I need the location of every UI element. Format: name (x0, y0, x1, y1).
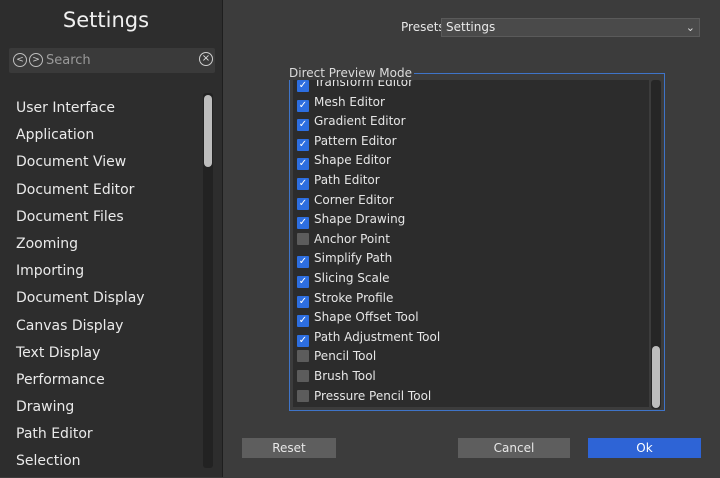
sidebar-item[interactable]: Drawing (16, 396, 201, 423)
chevron-down-icon: ⌄ (685, 21, 695, 34)
preview-option-row[interactable]: Pressure Pencil Tool (297, 387, 431, 406)
preview-option-label: Mesh Editor (314, 94, 385, 109)
preview-option-label: Slicing Scale (314, 271, 390, 285)
preview-option-row[interactable]: ✓ Shape Drawing (297, 210, 406, 230)
preview-option-row[interactable]: ✓ Shape Editor (297, 151, 391, 171)
checkbox-checked-icon[interactable]: ✓ (297, 80, 309, 92)
preview-option-row[interactable]: ✓ Simplify Path (297, 249, 393, 269)
sidebar-item[interactable]: Canvas Display (16, 315, 201, 342)
forward-icon[interactable]: > (29, 53, 43, 67)
checkbox-unchecked-icon[interactable] (297, 232, 309, 245)
preview-option-label: Corner Editor (314, 192, 394, 207)
presets-label: Presets (401, 20, 445, 34)
checkbox-checked-icon[interactable]: ✓ (297, 334, 309, 347)
preview-option-label: Path Adjustment Tool (314, 329, 441, 344)
sidebar-item[interactable]: Application (16, 124, 201, 151)
checkbox-unchecked-icon[interactable] (297, 389, 309, 402)
sidebar-item[interactable]: Text Display (16, 342, 201, 369)
preview-option-label: Transform Editor (314, 80, 414, 89)
preview-option-row[interactable]: ✓ Path Editor (297, 171, 380, 190)
preview-option-row[interactable]: ✓ Transform Editor (297, 80, 413, 92)
search-input[interactable] (46, 50, 196, 70)
preview-option-label: Anchor Point (314, 231, 390, 246)
reset-button[interactable]: Reset (242, 438, 336, 458)
preview-option-row[interactable]: ✓ Stroke Profile (297, 289, 393, 308)
preview-option-label: Gradient Editor (314, 114, 406, 129)
preview-option-row[interactable]: ✓ Corner Editor (297, 191, 394, 210)
preview-option-label: Pattern Editor (314, 133, 397, 148)
ok-button[interactable]: Ok (588, 438, 701, 458)
preview-option-label: Brush Tool (314, 369, 376, 383)
group-title: Direct Preview Mode (289, 66, 414, 80)
preview-option-label: Shape Drawing (314, 212, 406, 227)
preview-option-label: Pencil Tool (314, 349, 377, 364)
search-box: < > × (9, 48, 215, 73)
preview-option-row[interactable]: Pencil Tool (297, 347, 376, 366)
preview-option-row[interactable]: ✓ Shape Offset Tool (297, 308, 419, 328)
presets-dropdown[interactable]: Settings ⌄ (441, 18, 700, 37)
sidebar-item[interactable]: Path Editor (16, 423, 201, 450)
checkbox-checked-icon[interactable]: ✓ (297, 197, 309, 210)
preview-option-label: Stroke Profile (314, 290, 394, 305)
sidebar-item[interactable]: Document Display (16, 287, 201, 314)
preview-option-row[interactable]: Anchor Point (297, 230, 390, 249)
checkbox-unchecked-icon[interactable] (297, 350, 309, 363)
sidebar-item[interactable]: Importing (16, 260, 201, 287)
back-icon[interactable]: < (13, 53, 27, 67)
sidebar-item[interactable]: Selection (16, 450, 201, 477)
sidebar: Settings < > × User InterfaceApplication… (0, 0, 223, 477)
preview-option-row[interactable]: ✓ Path Adjustment Tool (297, 328, 440, 347)
sidebar-item[interactable]: Zooming (16, 233, 201, 260)
sidebar-scrollbar-thumb[interactable] (204, 95, 212, 167)
preview-option-label: Path Editor (314, 173, 380, 187)
sidebar-scrollbar[interactable] (203, 93, 213, 468)
checkbox-checked-icon[interactable]: ✓ (297, 119, 309, 132)
checkbox-checked-icon[interactable]: ✓ (297, 178, 309, 190)
preview-option-row[interactable]: ✓ Gradient Editor (297, 112, 406, 132)
preview-option-row[interactable]: ✓ Slicing Scale (297, 269, 390, 288)
clear-search-icon[interactable]: × (199, 52, 213, 66)
checkbox-checked-icon[interactable]: ✓ (297, 276, 309, 288)
sidebar-title: Settings (62, 8, 150, 32)
direct-preview-list: ✓ Transform Editor ✓ Mesh Editor ✓ Gradient E… (293, 80, 649, 407)
cancel-button[interactable]: Cancel (458, 438, 570, 458)
checkbox-checked-icon[interactable]: ✓ (297, 256, 309, 269)
sidebar-item[interactable]: Document View (16, 151, 201, 178)
preview-option-label: Simplify Path (314, 251, 393, 266)
preview-option-row[interactable]: Brush Tool (297, 367, 376, 386)
list-scrollbar[interactable] (651, 80, 661, 409)
preview-option-row[interactable]: ✓ Mesh Editor (297, 93, 385, 112)
checkbox-checked-icon[interactable]: ✓ (297, 158, 309, 171)
preview-option-label: Pressure Pencil Tool (314, 388, 432, 403)
list-scrollbar-thumb[interactable] (652, 346, 660, 408)
settings-category-list: User Interface Application Document View Do… (16, 97, 201, 478)
sidebar-item[interactable]: User Interface (16, 97, 201, 124)
sidebar-item[interactable]: Document Files (16, 206, 201, 233)
sidebar-item[interactable]: Document Editor (16, 179, 201, 206)
checkbox-checked-icon[interactable]: ✓ (297, 295, 309, 308)
checkbox-checked-icon[interactable]: ✓ (297, 99, 309, 112)
preview-option-label: Shape Editor (314, 153, 391, 168)
checkbox-checked-icon[interactable]: ✓ (297, 138, 309, 151)
preview-option-label: Shape Offset Tool (314, 310, 419, 325)
checkbox-checked-icon[interactable]: ✓ (297, 217, 309, 230)
checkbox-unchecked-icon[interactable] (297, 370, 309, 382)
checkbox-checked-icon[interactable]: ✓ (297, 315, 309, 328)
preview-option-row[interactable]: ✓ Pattern Editor (297, 132, 397, 151)
sidebar-item[interactable]: Performance (16, 369, 201, 396)
presets-selected-value: Settings (446, 20, 496, 34)
